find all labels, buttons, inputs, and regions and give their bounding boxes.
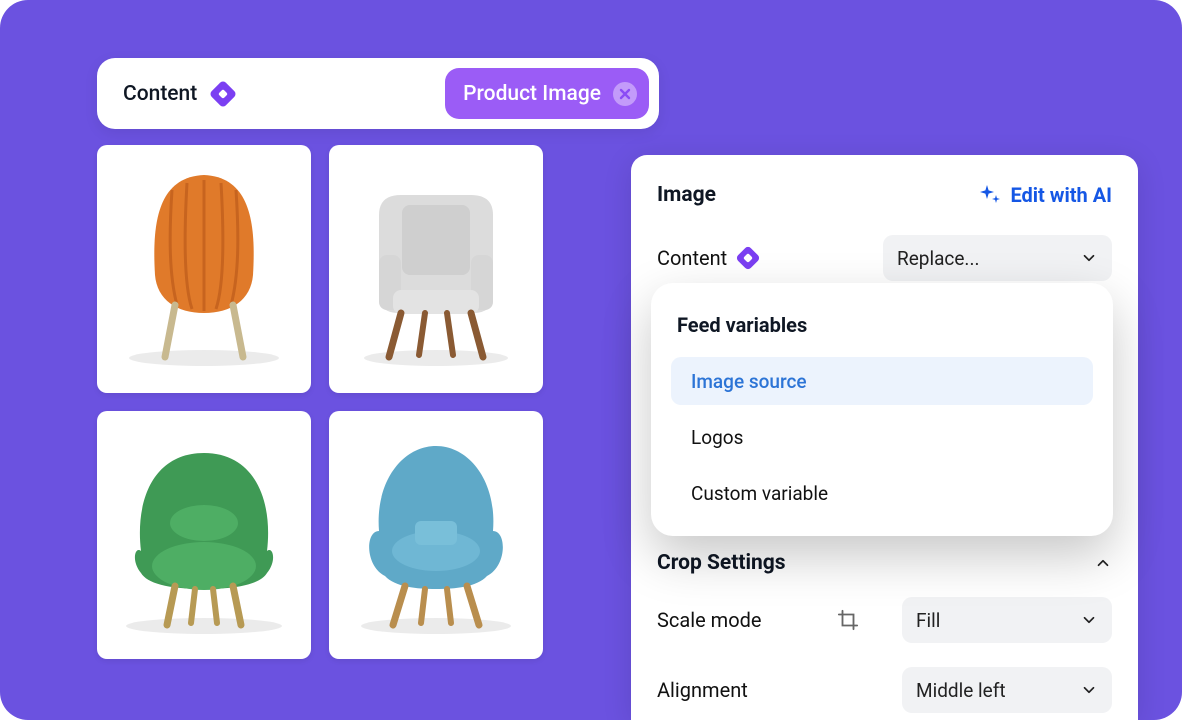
crop-settings-header[interactable]: Crop Settings — [657, 551, 1112, 575]
dropdown-item-label: Logos — [691, 426, 743, 449]
dropdown-item-image-source[interactable]: Image source — [671, 357, 1093, 405]
thumbnail-grid — [97, 145, 543, 659]
crop-icon — [837, 609, 859, 631]
chevron-up-icon — [1094, 554, 1112, 572]
edit-with-ai-label: Edit with AI — [1010, 183, 1112, 207]
chair-gray-icon — [329, 145, 543, 393]
scale-mode-value: Fill — [916, 609, 940, 632]
dropdown-item-label: Custom variable — [691, 482, 828, 505]
chevron-down-icon — [1080, 681, 1098, 699]
crop-settings-title: Crop Settings — [657, 551, 786, 575]
alignment-value: Middle left — [916, 679, 1006, 702]
chip-label: Product Image — [463, 82, 601, 106]
replace-select[interactable]: Replace... — [883, 235, 1112, 281]
thumbnail-gray-chair[interactable] — [329, 145, 543, 393]
content-chip-bar: Content Product Image — [97, 58, 659, 129]
edit-with-ai-button[interactable]: Edit with AI — [978, 183, 1112, 207]
thumbnail-orange-chair[interactable] — [97, 145, 311, 393]
chair-green-icon — [97, 411, 311, 659]
chip-remove-button[interactable] — [613, 82, 637, 106]
dropdown-title: Feed variables — [677, 313, 1093, 337]
scale-mode-select[interactable]: Fill — [902, 597, 1112, 643]
content-field-label: Content — [657, 246, 727, 270]
alignment-row: Alignment Middle left — [657, 667, 1112, 713]
alignment-select[interactable]: Middle left — [902, 667, 1112, 713]
product-image-chip[interactable]: Product Image — [445, 68, 649, 119]
replace-select-value: Replace... — [897, 247, 979, 270]
variable-diamond-icon — [213, 84, 233, 104]
thumbnail-green-chair[interactable] — [97, 411, 311, 659]
panel-title: Image — [657, 183, 716, 207]
content-row: Content Replace... — [657, 235, 1112, 281]
dropdown-item-label: Image source — [691, 370, 807, 393]
content-label: Content — [123, 82, 197, 106]
sparkle-icon — [978, 183, 1002, 207]
variable-diamond-icon — [739, 249, 757, 267]
scale-mode-row: Scale mode Fill — [657, 597, 1112, 643]
dropdown-item-logos[interactable]: Logos — [671, 413, 1093, 461]
thumbnail-blue-chair[interactable] — [329, 411, 543, 659]
app-canvas: Content Product Image — [0, 0, 1182, 720]
alignment-label: Alignment — [657, 678, 748, 702]
chair-orange-icon — [97, 145, 311, 393]
dropdown-item-custom-variable[interactable]: Custom variable — [671, 469, 1093, 517]
feed-variables-dropdown: Feed variables Image source Logos Custom… — [651, 283, 1113, 536]
scale-mode-label: Scale mode — [657, 608, 761, 632]
chevron-down-icon — [1080, 249, 1098, 267]
chevron-down-icon — [1080, 611, 1098, 629]
chair-blue-icon — [329, 411, 543, 659]
